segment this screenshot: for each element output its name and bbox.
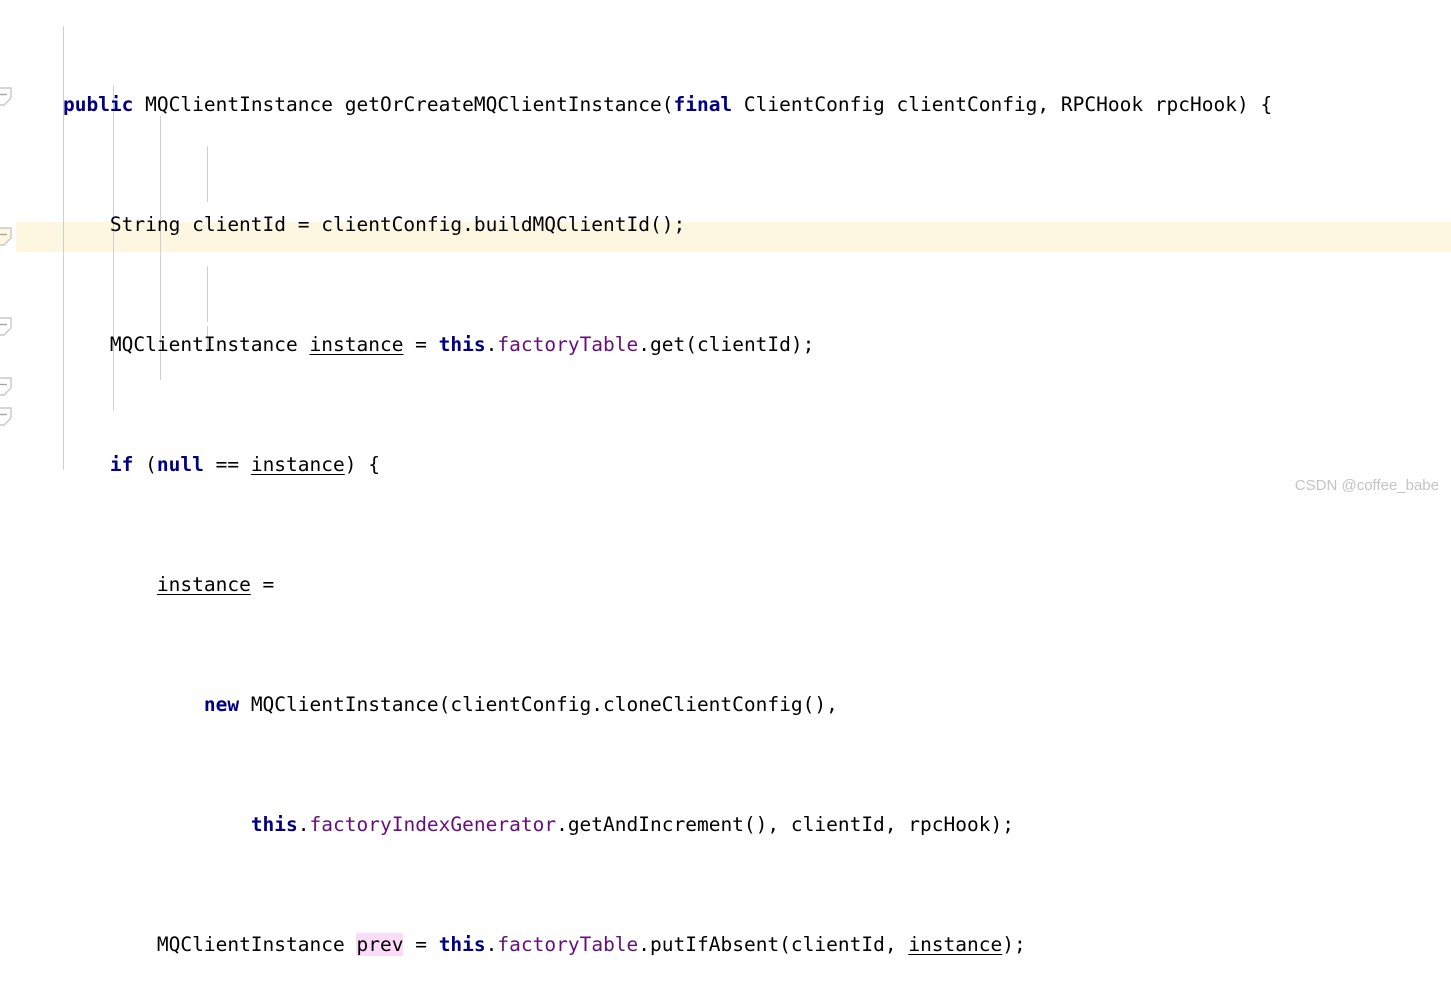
token-keyword: this	[438, 333, 486, 356]
token-text: =	[403, 333, 439, 356]
code-line[interactable]: MQClientInstance prev = this.factoryTabl…	[0, 930, 1451, 960]
code-line[interactable]: String clientId = clientConfig.buildMQCl…	[0, 210, 1451, 240]
token-text: ==	[203, 453, 251, 476]
token-local-variable: instance	[309, 333, 404, 356]
token-text: String clientId = clientConfig.buildMQCl…	[109, 213, 686, 236]
code-line[interactable]: instance =	[0, 570, 1451, 600]
token-text: .	[485, 933, 498, 956]
code-text-area[interactable]: public MQClientInstance getOrCreateMQCli…	[0, 0, 1451, 1000]
token-text: .	[485, 333, 498, 356]
token-identifier-occurrence-write: prev	[356, 933, 404, 956]
token-local-variable: instance	[250, 453, 345, 476]
token-text: .putIfAbsent(clientId,	[638, 933, 909, 956]
token-local-variable: instance	[908, 933, 1003, 956]
token-keyword: null	[156, 453, 204, 476]
token-text: ) {	[344, 453, 380, 476]
code-line[interactable]: this.factoryIndexGenerator.getAndIncreme…	[0, 810, 1451, 840]
token-keyword: new	[203, 693, 240, 716]
token-text: ClientConfig clientConfig, RPCHook rpcHo…	[732, 93, 1273, 116]
token-text: );	[1002, 933, 1026, 956]
token-keyword: this	[250, 813, 298, 836]
token-keyword: this	[438, 933, 486, 956]
token-field: factoryIndexGenerator	[309, 813, 557, 836]
token-text: MQClientInstance	[109, 333, 310, 356]
token-text: (	[133, 453, 157, 476]
code-line[interactable]: new MQClientInstance(clientConfig.cloneC…	[0, 690, 1451, 720]
token-text: MQClientInstance getOrCreateMQClientInst…	[133, 93, 674, 116]
token-local-variable: instance	[156, 573, 251, 596]
token-field: factoryTable	[497, 333, 639, 356]
code-line[interactable]: if (null == instance) {	[0, 450, 1451, 480]
code-editor[interactable]: public MQClientInstance getOrCreateMQCli…	[0, 0, 1451, 956]
token-keyword: public	[62, 93, 134, 116]
token-text: .get(clientId);	[638, 333, 815, 356]
token-text: .	[297, 813, 310, 836]
token-keyword: if	[109, 453, 134, 476]
token-text: MQClientInstance(clientConfig.cloneClien…	[239, 693, 838, 716]
token-text: MQClientInstance	[156, 933, 357, 956]
token-text: .getAndIncrement(), clientId, rpcHook);	[556, 813, 1014, 836]
code-line[interactable]: MQClientInstance instance = this.factory…	[0, 330, 1451, 360]
token-field: factoryTable	[497, 933, 639, 956]
token-text: =	[250, 573, 275, 596]
watermark: CSDN @coffee_babe	[1294, 477, 1439, 494]
code-line[interactable]: public MQClientInstance getOrCreateMQCli…	[0, 90, 1451, 120]
token-keyword: final	[673, 93, 733, 116]
token-text: =	[403, 933, 439, 956]
